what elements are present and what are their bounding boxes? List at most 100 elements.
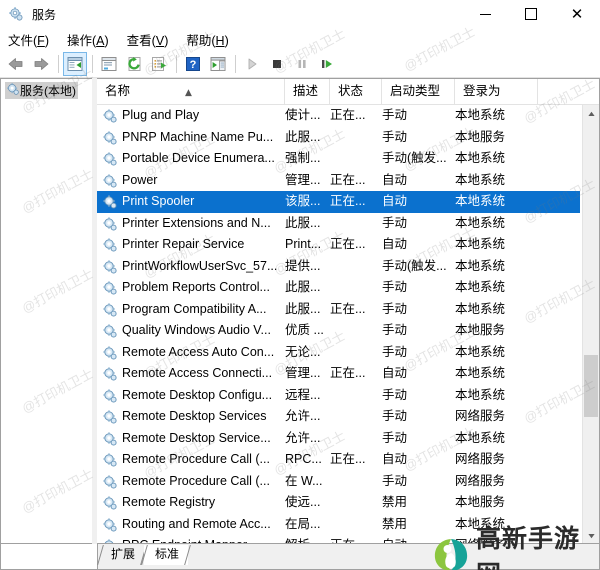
minimize-button[interactable]: [462, 0, 508, 28]
table-row[interactable]: Remote Access Connecti... 管理... 正在... 自动 本地系…: [97, 363, 582, 385]
cell-description: 在 W...: [285, 473, 323, 488]
table-row[interactable]: Power 管理... 正在... 自动 本地系统: [97, 170, 582, 192]
cell-service-name: RPC Endpoint Mapper: [122, 535, 282, 543]
stop-icon: [273, 59, 281, 68]
cell-startup-type: 自动: [382, 237, 408, 251]
table-row[interactable]: Portable Device Enumera... 强制... 手动(触发... 本…: [97, 148, 582, 170]
table-row[interactable]: Quality Windows Audio V... 优质 ... 手动 本地服务: [97, 320, 582, 342]
cell-log-on-as: 网络服务: [455, 452, 506, 466]
column-header-name-label: 名称: [105, 84, 131, 98]
column-header-description[interactable]: 描述: [285, 79, 330, 104]
scroll-down-button[interactable]: [583, 527, 599, 543]
table-row[interactable]: Program Compatibility A... 此服... 正在... 手动 本地…: [97, 299, 582, 321]
back-button[interactable]: [4, 52, 28, 76]
table-row[interactable]: Remote Procedure Call (... 在 W... 手动 网络服务: [97, 471, 582, 493]
chevron-up-icon: [587, 111, 595, 116]
table-row[interactable]: Remote Desktop Service... 允许... 手动 本地系统: [97, 428, 582, 450]
cell-startup-type: 手动: [382, 108, 408, 122]
properties-button[interactable]: [97, 52, 121, 76]
cell-log-on-as: 本地系统: [455, 301, 506, 316]
cell-status: [330, 277, 378, 299]
service-gear-icon: [102, 517, 118, 533]
menu-item-view[interactable]: 查看(V): [127, 30, 169, 49]
stop-service-button[interactable]: [265, 52, 289, 76]
cell-log-on-as: 本地系统: [455, 516, 506, 531]
help-button[interactable]: ?: [181, 52, 205, 76]
forward-button[interactable]: [29, 52, 53, 76]
column-header-status[interactable]: 状态: [330, 79, 382, 104]
vertical-scrollbar[interactable]: [582, 105, 599, 543]
maximize-icon: [525, 8, 537, 20]
cell-status: 正在...: [330, 108, 366, 122]
table-row[interactable]: Remote Procedure Call (... RPC... 正在... 自动 网…: [97, 449, 582, 471]
cell-description: 远程...: [285, 387, 321, 402]
menu-item-action[interactable]: 操作(A): [67, 30, 109, 49]
pause-service-button[interactable]: [290, 52, 314, 76]
cell-status: 正在...: [330, 172, 366, 187]
cell-status: [330, 514, 378, 536]
cell-description: 此服...: [285, 129, 321, 144]
cell-service-name: Problem Reports Control...: [122, 280, 270, 294]
service-gear-icon: [102, 366, 118, 382]
cell-description: 无论...: [285, 344, 321, 359]
cell-log-on-as: 本地系统: [455, 258, 506, 273]
cell-startup-type: 手动: [382, 344, 408, 359]
cell-startup-type: 手动: [382, 430, 408, 445]
tree-node-services-local[interactable]: 服务(本地): [5, 82, 78, 99]
toolbar-separator-4: [235, 54, 236, 73]
table-row[interactable]: Problem Reports Control... 此服... 手动 本地系统: [97, 277, 582, 299]
table-row[interactable]: Remote Access Auto Con... 无论... 手动 本地系统: [97, 342, 582, 364]
menu-item-help[interactable]: 帮助(H): [186, 30, 228, 49]
tab-standard[interactable]: 标准: [144, 545, 189, 565]
export-list-button[interactable]: [147, 52, 171, 76]
cell-startup-type: 自动: [382, 366, 408, 380]
tab-extended[interactable]: 扩展: [100, 545, 145, 565]
table-row[interactable]: RPC Endpoint Mapper解析 ...正在... 自动网络服务: [97, 535, 582, 543]
column-header-name[interactable]: 名称 ▲: [97, 79, 285, 104]
cell-service-name: Printer Repair Service: [122, 237, 245, 251]
start-service-button[interactable]: [240, 52, 264, 76]
close-button[interactable]: ✕: [554, 0, 600, 28]
table-row[interactable]: PNRP Machine Name Pu... 此服... 手动 本地服务: [97, 127, 582, 149]
menu-item-file[interactable]: 文件(F): [8, 30, 49, 49]
column-header-startup-type[interactable]: 启动类型: [382, 79, 455, 104]
cell-status: [330, 406, 378, 428]
table-row[interactable]: Remote Registry 使远... 禁用 本地服务: [97, 492, 582, 514]
table-row[interactable]: PrintWorkflowUserSvc_57... 提供... 手动(触发... 本…: [97, 256, 582, 278]
service-gear-icon: [102, 323, 118, 339]
table-row[interactable]: Print Spooler 该服... 正在... 自动 本地系统: [97, 191, 580, 213]
service-gear-icon: [102, 194, 118, 210]
cell-service-name: Remote Access Connecti...: [122, 366, 273, 380]
cell-startup-type: 手动: [382, 323, 408, 337]
title-bar: 服务 ✕: [0, 0, 600, 28]
cell-service-name: Remote Procedure Call (...: [122, 473, 270, 488]
cell-log-on-as: 本地系统: [455, 172, 506, 187]
cell-description: 强制...: [285, 151, 321, 165]
table-row[interactable]: Remote Desktop Services 允许... 手动 网络服务: [97, 406, 582, 428]
maximize-button[interactable]: [508, 0, 554, 28]
restart-service-button[interactable]: [315, 52, 339, 76]
scrollbar-thumb[interactable]: [584, 355, 598, 417]
show-action-pane-button[interactable]: [206, 52, 230, 76]
table-row[interactable]: Remote Desktop Configu... 远程... 手动 本地系统: [97, 385, 582, 407]
toolbar-separator-3: [176, 54, 177, 73]
service-gear-icon: [102, 237, 118, 253]
table-row[interactable]: Printer Repair Service Print... 正在... 自动 本地系…: [97, 234, 582, 256]
show-hide-tree-button[interactable]: [63, 51, 87, 76]
cell-service-name: Portable Device Enumera...: [122, 151, 275, 165]
scroll-up-button[interactable]: [583, 105, 599, 122]
window-controls: ✕: [462, 0, 600, 28]
cell-status: [330, 471, 378, 493]
table-row[interactable]: Routing and Remote Acc... 在局... 禁用 本地系统: [97, 514, 582, 536]
arrow-right-icon: [34, 57, 49, 70]
table-row[interactable]: Printer Extensions and N... 此服... 手动 本地系统: [97, 213, 582, 235]
cell-service-name: PrintWorkflowUserSvc_57...: [122, 258, 278, 273]
cell-service-name: Program Compatibility A...: [122, 301, 267, 316]
column-header-log-on-as[interactable]: 登录为: [455, 79, 538, 104]
service-gear-icon: [102, 216, 118, 232]
table-row[interactable]: Plug and Play 使计... 正在... 手动 本地系统: [97, 105, 582, 127]
cell-service-name: Remote Desktop Service...: [122, 430, 271, 445]
properties-icon: [101, 56, 117, 71]
cell-description: 此服...: [285, 280, 321, 294]
refresh-button[interactable]: [122, 52, 146, 76]
